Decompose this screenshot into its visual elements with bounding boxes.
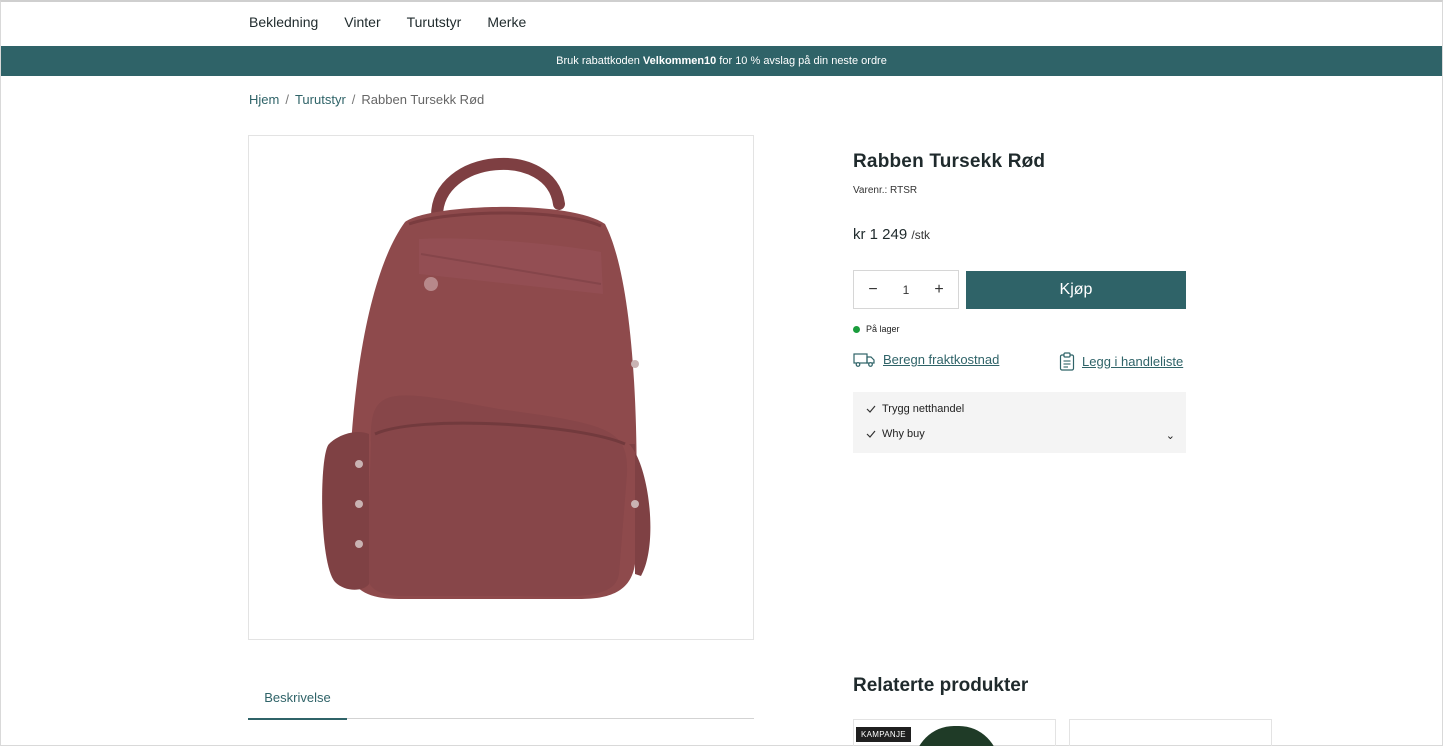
promo-code: Velkommen10 — [642, 55, 717, 67]
stock-dot-icon — [853, 325, 860, 333]
truck-icon — [853, 353, 875, 367]
price-value: kr 1 249 — [853, 226, 908, 243]
quantity-increase-button[interactable]: + — [932, 281, 946, 299]
freight-link[interactable]: Beregn fraktkostnad — [853, 352, 999, 367]
quantity-value[interactable]: 1 — [903, 283, 910, 297]
related-products-title: Relaterte produkter — [853, 675, 1029, 696]
beanie-image — [914, 726, 999, 746]
buy-button[interactable]: Kjøp — [966, 271, 1186, 309]
clipboard-icon — [1059, 352, 1075, 371]
tab-description[interactable]: Beskrivelse — [248, 690, 347, 720]
promo-text-before: Bruk rabattkoden — [556, 55, 640, 67]
campaign-badge: KAMPANJE — [856, 727, 911, 742]
main-navigation: Bekledning Vinter Turutstyr Merke — [249, 14, 526, 30]
promo-text-after: for 10 % avslag på din neste ordre — [719, 55, 887, 67]
breadcrumb-home[interactable]: Hjem — [249, 92, 279, 107]
product-price: kr 1 249 /stk — [853, 226, 930, 243]
promo-banner: Bruk rabattkoden Velkommen10 for 10 % av… — [1, 46, 1442, 76]
breadcrumb: Hjem / Turutstyr / Rabben Tursekk Rød — [249, 92, 484, 107]
breadcrumb-category[interactable]: Turutstyr — [295, 92, 346, 107]
related-product-card[interactable]: KAMPANJE — [853, 719, 1056, 746]
price-unit: /stk — [911, 228, 931, 242]
usp-item-label: Trygg netthandel — [882, 403, 965, 415]
nav-item-merke[interactable]: Merke — [487, 14, 526, 30]
stock-label: På lager — [866, 324, 900, 334]
stock-status: På lager — [853, 324, 900, 334]
freight-link-label[interactable]: Beregn fraktkostnad — [883, 352, 999, 367]
breadcrumb-separator: / — [285, 92, 289, 107]
usp-item-label: Why buy — [882, 428, 925, 440]
usp-item: Trygg netthandel — [866, 403, 964, 415]
check-icon — [866, 430, 876, 438]
usp-item-why-buy[interactable]: Why buy — [866, 428, 925, 440]
check-icon — [866, 405, 876, 413]
shopping-list-link[interactable]: Legg i handleliste — [1059, 352, 1183, 371]
quantity-decrease-button[interactable]: − — [866, 281, 880, 299]
nav-item-vinter[interactable]: Vinter — [344, 14, 380, 30]
nav-item-turutstyr[interactable]: Turutstyr — [407, 14, 462, 30]
product-title: Rabben Tursekk Rød — [853, 151, 1046, 172]
backpack-image — [322, 157, 651, 599]
breadcrumb-current: Rabben Tursekk Rød — [361, 92, 485, 107]
usp-box: Trygg netthandel Why buy ⌄ — [853, 392, 1186, 453]
nav-item-bekledning[interactable]: Bekledning — [249, 14, 318, 30]
breadcrumb-separator: / — [351, 92, 356, 107]
product-sku: Varenr.: RTSR — [853, 185, 918, 196]
shopping-list-label[interactable]: Legg i handleliste — [1082, 354, 1183, 369]
product-image[interactable] — [248, 135, 754, 640]
related-product-card[interactable] — [1069, 719, 1272, 746]
chevron-down-icon[interactable]: ⌄ — [1166, 429, 1175, 442]
quantity-stepper: − 1 + — [853, 270, 959, 309]
